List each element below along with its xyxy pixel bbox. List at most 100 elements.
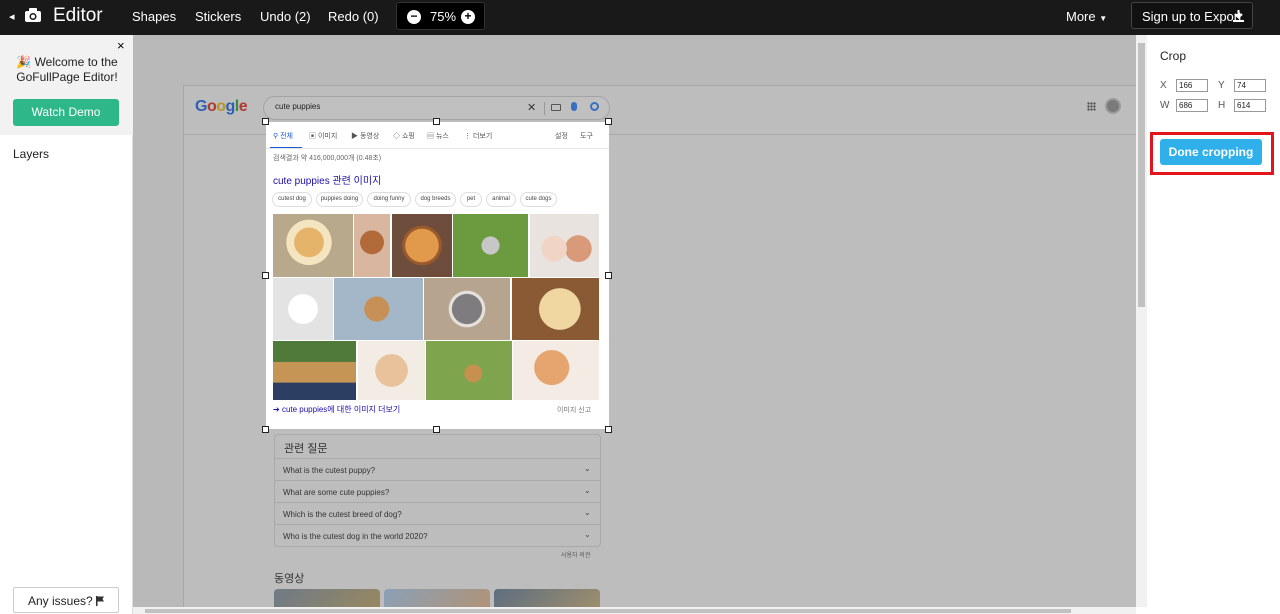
camera-icon[interactable]: [24, 7, 42, 23]
chip: cute dogs: [520, 192, 557, 207]
image-thumbnail: [273, 341, 356, 400]
video-thumbnail: [384, 589, 490, 607]
horizontal-scrollbar[interactable]: [133, 607, 1136, 614]
apps-grid-icon: [1087, 102, 1096, 111]
settings-link: 설정: [555, 133, 568, 140]
h-label: H: [1218, 100, 1226, 111]
search-icon: ⚲: [273, 133, 279, 140]
question-text: Who is the cutest dog in the world 2020?: [283, 532, 428, 541]
tab-news: ▤ 뉴스: [427, 131, 449, 141]
sign-up-label: Sign up to Export: [1142, 9, 1242, 24]
back-arrow-icon[interactable]: ◂: [9, 10, 15, 23]
x-label: X: [1160, 80, 1167, 91]
zoom-level: 75%: [430, 9, 457, 24]
crop-handle-bottom[interactable]: [433, 426, 440, 433]
question-row: What are some cute puppies? ⌄: [275, 480, 600, 502]
search-query: cute puppies: [275, 102, 321, 111]
more-label: More: [1066, 9, 1096, 24]
done-cropping-button[interactable]: Done cropping: [1160, 139, 1262, 165]
zoom-in-button[interactable]: +: [461, 10, 475, 24]
related-questions: 관련 질문 What is the cutest puppy? ⌄ What ar…: [274, 434, 601, 547]
crop-handle-top-left[interactable]: [262, 118, 269, 125]
question-row: Which is the cutest breed of dog? ⌄: [275, 502, 600, 524]
app-title: Editor: [53, 5, 103, 26]
any-issues-button[interactable]: Any issues?: [13, 587, 119, 613]
chip: cutest dog: [272, 192, 312, 207]
crop-handle-left[interactable]: [262, 272, 269, 279]
chip: animal: [486, 192, 516, 207]
image-thumbnail: [512, 278, 599, 340]
image-thumbnail: [424, 278, 510, 340]
chevron-down-icon: ⌄: [584, 530, 591, 539]
crop-handle-right[interactable]: [605, 272, 612, 279]
watch-demo-button[interactable]: Watch Demo: [13, 99, 119, 126]
video-icon: ▶: [351, 133, 358, 140]
party-icon: 🎉: [16, 55, 32, 69]
horizontal-scroll-thumb[interactable]: [145, 609, 1071, 613]
welcome-card: × 🎉 Welcome to the GoFullPage Editor! Wa…: [0, 35, 133, 135]
tab-images-label: 이미지: [317, 133, 338, 140]
crop-handle-top-right[interactable]: [605, 118, 612, 125]
stickers-menu[interactable]: Stickers: [195, 9, 241, 24]
vertical-scroll-thumb[interactable]: [1138, 43, 1145, 307]
layers-heading: Layers: [13, 147, 50, 161]
zoom-control: − 75% +: [396, 2, 485, 30]
redo-button[interactable]: Redo (0): [328, 9, 379, 24]
question-text: What are some cute puppies?: [283, 488, 390, 497]
image-thumbnail: [273, 214, 353, 277]
chip: dog breeds: [415, 192, 456, 207]
crop-handle-top[interactable]: [433, 118, 440, 125]
undo-button[interactable]: Undo (2): [260, 9, 311, 24]
video-thumbnail: [494, 589, 600, 607]
search-icon: [590, 102, 599, 111]
image-thumbnail: [354, 214, 390, 277]
more-images-label: cute puppies에 대한 이미지 더보기: [281, 405, 401, 414]
x-input[interactable]: 166: [1176, 79, 1208, 92]
welcome-message: 🎉 Welcome to the GoFullPage Editor!: [8, 55, 126, 85]
more-images-link: ➔ cute puppies에 대한 이미지 더보기: [273, 404, 400, 415]
question-row: Who is the cutest dog in the world 2020?…: [275, 524, 600, 546]
tools-link: 도구: [580, 133, 593, 140]
welcome-text: Welcome to the GoFullPage Editor!: [16, 55, 118, 84]
crop-title: Crop: [1160, 49, 1187, 63]
chevron-down-icon: ⌄: [584, 486, 591, 495]
tab-more: ⋮ 더보기: [464, 133, 493, 140]
avatar: [1105, 98, 1121, 114]
width-input[interactable]: 686: [1176, 99, 1208, 112]
crop-selection[interactable]: ⚲ 전체 ▣ 이미지 ▶ 동영상 ◇ 쇼핑 ▤ 뉴스 ⋮ 더보기 설정 도구 검…: [266, 122, 609, 429]
shapes-menu[interactable]: Shapes: [132, 9, 176, 24]
tab-images: ▣ 이미지: [309, 131, 337, 141]
image-icon: ▣: [309, 133, 316, 140]
image-thumbnail: [530, 214, 599, 277]
more-menu[interactable]: More ▼: [1066, 9, 1107, 24]
image-thumbnail: [334, 278, 423, 340]
caret-down-icon: ▼: [1099, 14, 1108, 23]
search-box: cute puppies ✕: [263, 96, 610, 120]
tab-all: ⚲ 전체: [273, 131, 293, 141]
image-thumbnail: [392, 214, 452, 277]
image-thumbnail: [513, 341, 599, 400]
image-thumbnail: [273, 278, 333, 340]
close-icon[interactable]: ×: [117, 38, 125, 53]
chevron-down-icon: ⌄: [584, 464, 591, 473]
chip: doing funny: [367, 192, 411, 207]
zoom-out-button[interactable]: −: [407, 10, 421, 24]
arrow-right-icon: ➔: [273, 405, 280, 414]
sign-up-export-button[interactable]: Sign up to Export: [1131, 2, 1253, 29]
height-input[interactable]: 614: [1234, 99, 1266, 112]
crop-handle-bottom-left[interactable]: [262, 426, 269, 433]
google-logo: Google: [195, 98, 248, 115]
y-input[interactable]: 74: [1234, 79, 1266, 92]
crop-handle-bottom-right[interactable]: [605, 426, 612, 433]
video-thumbnail: [274, 589, 380, 607]
question-text: Which is the cutest breed of dog?: [283, 510, 402, 519]
tabs-divider: [266, 148, 609, 149]
image-thumbnail: [426, 341, 512, 400]
vertical-scrollbar[interactable]: [1136, 35, 1147, 607]
related-questions-title: 관련 질문: [284, 443, 328, 455]
tab-all-label: 전체: [280, 133, 293, 140]
tab-videos: ▶ 동영상: [351, 131, 379, 141]
question-text: What is the cutest puppy?: [283, 466, 376, 475]
chevron-down-icon: ⌄: [584, 508, 591, 517]
feedback-link: 사용자 의견: [561, 553, 591, 559]
